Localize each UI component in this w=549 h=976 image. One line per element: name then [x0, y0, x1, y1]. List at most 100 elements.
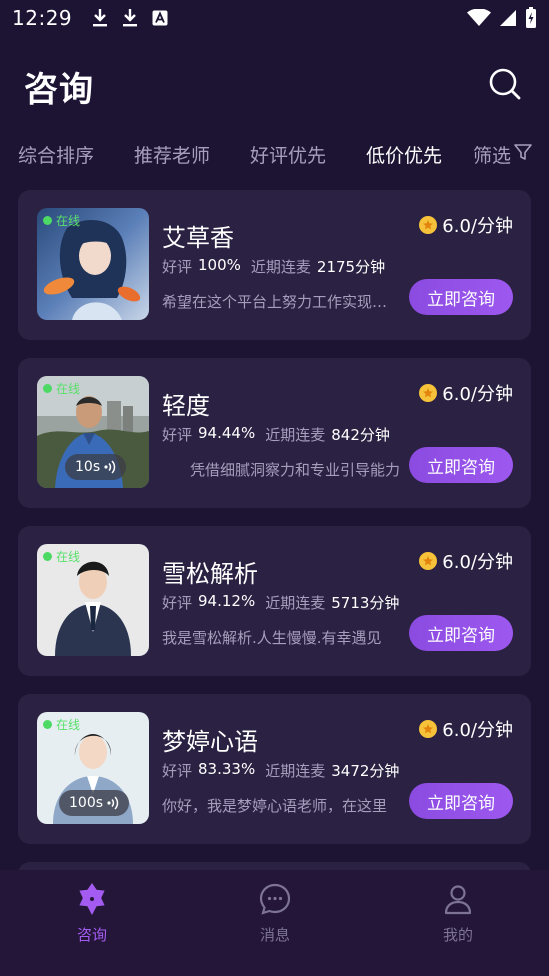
bottom-nav: 咨询 消息 我的: [0, 870, 549, 976]
coin-icon: [419, 720, 438, 738]
tab-low-price[interactable]: 低价优先: [366, 141, 442, 168]
search-button[interactable]: [485, 66, 525, 106]
status-bar: 12:29: [0, 0, 549, 36]
consultant-card[interactable]: 在线 雪松解析 6.0/分钟 好评 94.12% 近期连麦 5713分钟 我是雪…: [18, 526, 531, 676]
coin-icon: [419, 384, 438, 402]
online-label: 在线: [56, 550, 81, 564]
font-icon: [152, 10, 168, 26]
tab-good-rating[interactable]: 好评优先: [250, 141, 326, 168]
nav-label: 咨询: [76, 926, 107, 944]
online-badge: 在线: [43, 212, 80, 229]
streak-label: 近期连麦: [265, 426, 326, 444]
stats: 好评 94.12% 近期连麦 5713分钟: [162, 592, 399, 613]
filter-icon: [513, 142, 533, 167]
online-badge: 在线: [43, 716, 80, 733]
stats: 好评 83.33% 近期连麦 3472分钟: [162, 760, 399, 781]
nav-label: 我的: [442, 926, 473, 944]
wifi-icon: [467, 9, 491, 27]
battery-charging-icon: [525, 7, 537, 29]
streak-label: 近期连麦: [265, 594, 326, 612]
nav-item-consult[interactable]: 咨询: [42, 882, 142, 945]
rating-value: 100%: [198, 256, 241, 274]
price-value: 6.0/分钟: [442, 552, 513, 573]
streak-value: 5713分钟: [331, 594, 400, 612]
price: 6.0/分钟: [419, 380, 513, 406]
rating-label: 好评: [162, 594, 193, 612]
rating-label: 好评: [162, 258, 193, 276]
stats: 好评 100% 近期连麦 2175分钟: [162, 256, 385, 277]
chat-bubble-icon: [258, 882, 292, 920]
nav-label: 消息: [259, 926, 290, 944]
price: 6.0/分钟: [419, 716, 513, 742]
rating-value: 94.12%: [198, 592, 256, 610]
consult-now-button[interactable]: 立即咨询: [409, 783, 513, 819]
price-value: 6.0/分钟: [442, 384, 513, 405]
avatar: 在线 100s: [37, 712, 149, 824]
online-label: 在线: [56, 214, 81, 228]
streak-value: 2175分钟: [316, 258, 386, 276]
rating-value: 94.44%: [198, 424, 256, 442]
online-dot-icon: [43, 720, 52, 729]
download-icon: [92, 8, 108, 28]
search-icon: [488, 67, 522, 105]
price-value: 6.0/分钟: [442, 720, 513, 741]
avatar: 在线: [37, 544, 149, 656]
consultant-description: 希望在这个平台上努力工作实现自我价值: [162, 293, 394, 311]
nav-item-messages[interactable]: 消息: [225, 882, 325, 945]
page-title: 咨询: [24, 69, 94, 110]
star-badge-icon: [75, 882, 109, 920]
online-dot-icon: [43, 384, 52, 393]
consult-now-button[interactable]: 立即咨询: [409, 279, 513, 315]
online-dot-icon: [43, 216, 52, 225]
price: 6.0/分钟: [419, 548, 513, 574]
price: 6.0/分钟: [419, 212, 513, 238]
tab-comprehensive[interactable]: 综合排序: [18, 141, 94, 168]
sound-wave-icon: [107, 796, 119, 810]
header: 咨询: [0, 56, 549, 116]
download-icon: [122, 8, 138, 28]
audio-duration: 100s: [69, 795, 104, 811]
coin-icon: [419, 216, 438, 234]
consult-now-button[interactable]: 立即咨询: [409, 447, 513, 483]
consultant-card[interactable]: 在线 10s 轻度 6.0/分钟 好评 94.44% 近期连麦 842分钟 凭借…: [18, 358, 531, 508]
person-icon: [441, 882, 475, 920]
audio-intro-badge[interactable]: 100s: [59, 790, 130, 816]
nav-item-mine[interactable]: 我的: [408, 882, 508, 945]
consultant-description: 我是雪松解析.人生慢慢.有幸遇见: [162, 629, 382, 647]
audio-duration: 10s: [75, 459, 101, 475]
online-label: 在线: [56, 382, 81, 396]
rating-label: 好评: [162, 426, 193, 444]
streak-label: 近期连麦: [265, 762, 326, 780]
filter-label: 筛选: [473, 144, 512, 167]
rating-label: 好评: [162, 762, 193, 780]
status-time: 12:29: [12, 6, 73, 30]
consultant-card[interactable]: 在线 100s 梦婷心语 6.0/分钟 好评 83.33% 近期连麦 3472分…: [18, 694, 531, 844]
price-value: 6.0/分钟: [442, 216, 513, 237]
signal-icon: [499, 9, 517, 27]
online-badge: 在线: [43, 380, 80, 397]
audio-intro-badge[interactable]: 10s: [65, 454, 127, 480]
sort-tabs: 综合排序 推荐老师 好评优先 低价优先 筛选: [0, 134, 549, 174]
consultant-name: 轻度: [162, 392, 210, 420]
consultant-name: 艾草香: [162, 224, 234, 252]
sound-wave-icon: [104, 460, 116, 474]
consultant-card[interactable]: 在线 艾草香 6.0/分钟 好评 100% 近期连麦 2175分钟 希望在这个平…: [18, 190, 531, 340]
filter-button[interactable]: 筛选: [473, 141, 533, 168]
tab-recommended[interactable]: 推荐老师: [134, 141, 210, 168]
online-badge: 在线: [43, 548, 80, 565]
online-dot-icon: [43, 552, 52, 561]
online-label: 在线: [56, 718, 81, 732]
rating-value: 83.33%: [198, 760, 256, 778]
consultant-name: 梦婷心语: [162, 728, 258, 756]
consultant-name: 雪松解析: [162, 560, 258, 588]
avatar: 在线 10s: [37, 376, 149, 488]
consult-now-button[interactable]: 立即咨询: [409, 615, 513, 651]
consultant-description: 凭借细腻洞察力和专业引导能力: [190, 461, 401, 479]
coin-icon: [419, 552, 438, 570]
consultant-description: 你好，我是梦婷心语老师，在这里: [162, 797, 388, 815]
streak-value: 3472分钟: [331, 762, 400, 780]
avatar: 在线: [37, 208, 149, 320]
streak-label: 近期连麦: [250, 258, 311, 276]
streak-value: 842分钟: [331, 426, 390, 444]
stats: 好评 94.44% 近期连麦 842分钟: [162, 424, 390, 445]
